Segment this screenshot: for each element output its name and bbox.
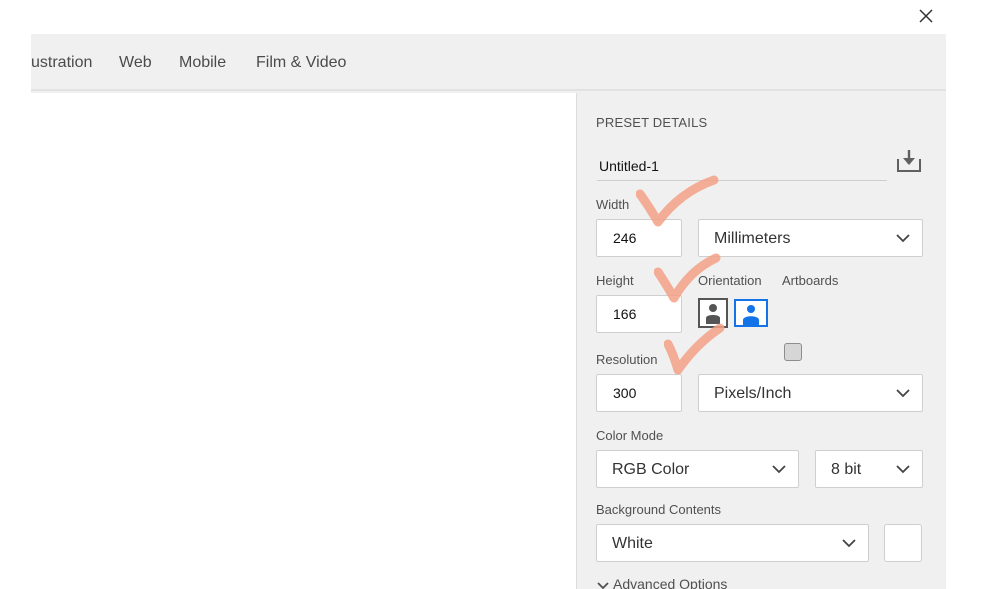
width-unit-value: Millimeters [714,230,791,247]
preset-category-tabs: ustration Web Mobile Film & Video [31,34,946,91]
close-icon [919,9,933,23]
close-button[interactable] [914,4,938,28]
tab-mobile[interactable]: Mobile [179,54,226,72]
orientation-label: Orientation [698,273,762,288]
advanced-options-toggle[interactable]: Advanced Options [597,576,727,589]
landscape-orientation-button[interactable] [734,299,768,327]
background-contents-select[interactable]: White [596,524,869,562]
height-input[interactable] [596,295,682,333]
tab-illustration[interactable]: ustration [31,54,92,72]
chevron-down-icon [597,582,609,589]
resolution-unit-value: Pixels/Inch [714,385,792,402]
chevron-down-icon [772,465,786,474]
chevron-down-icon [896,465,910,474]
height-label: Height [596,273,634,288]
resolution-unit-select[interactable]: Pixels/Inch [698,374,923,412]
portrait-icon [706,302,720,324]
landscape-icon [743,305,759,325]
preset-details-title: PRESET DETAILS [596,115,708,130]
artboards-label: Artboards [782,273,839,288]
width-unit-select[interactable]: Millimeters [698,219,923,257]
color-mode-select[interactable]: RGB Color [596,450,799,488]
background-contents-label: Background Contents [596,502,722,517]
resolution-label: Resolution [596,352,658,367]
chevron-down-icon [896,389,910,398]
document-name-input[interactable] [597,151,887,181]
artboards-checkbox[interactable] [784,343,802,361]
portrait-orientation-button[interactable] [698,298,728,328]
width-input[interactable] [596,219,682,257]
preset-details-panel: PRESET DETAILS Width Millimeters Height … [576,93,946,589]
chevron-down-icon [842,539,856,548]
new-document-dialog: ustration Web Mobile Film & Video PRESET… [31,34,946,589]
color-mode-label: Color Mode [596,428,664,443]
bit-depth-select[interactable]: 8 bit [815,450,923,488]
resolution-input[interactable] [596,374,682,412]
tab-web[interactable]: Web [119,54,152,72]
width-label: Width [596,197,630,212]
save-preset-button[interactable] [895,147,923,175]
background-contents-value: White [612,535,653,552]
preset-content-area [31,93,576,589]
advanced-options-label: Advanced Options [613,576,728,589]
chevron-down-icon [896,234,910,243]
background-color-swatch[interactable] [884,524,922,562]
bit-depth-value: 8 bit [831,461,862,478]
save-preset-icon [897,150,921,172]
color-mode-value: RGB Color [612,461,690,478]
tab-film-video[interactable]: Film & Video [256,54,346,72]
